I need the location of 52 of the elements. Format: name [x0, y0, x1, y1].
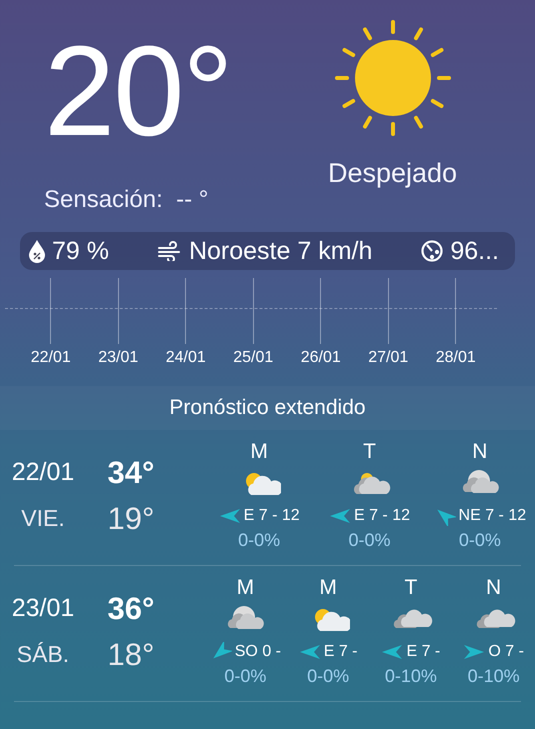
detail-value: 96...: [450, 236, 499, 266]
wind-arrow-icon: [328, 506, 351, 526]
max-temperature: 36°: [106, 590, 156, 626]
wind-text: E 7 - 12: [354, 507, 410, 525]
feels-like: Sensación: -- °: [44, 186, 210, 214]
wind-text: E 7 -: [406, 643, 440, 661]
weekday: SÁB.: [16, 641, 70, 668]
day-date: 23/01: [10, 594, 76, 623]
condition: Despejado: [328, 158, 458, 189]
wind-arrow-icon: [381, 642, 404, 662]
wind-text: E 7 - 12: [244, 507, 300, 525]
rain-chance: 0-10%: [384, 666, 437, 687]
wind-text: O 7 -: [488, 643, 524, 661]
rain-chance: 0-0%: [458, 530, 501, 551]
max-temperature: 34°: [106, 454, 156, 490]
min-temperature: 19°: [106, 500, 156, 536]
rain-chance: 0-0%: [348, 530, 390, 551]
timeline-date: 22/01: [30, 349, 72, 367]
wind-text: SO 0 -: [234, 643, 281, 661]
gauge-icon: [420, 239, 444, 263]
wind-text: E 7 -: [324, 643, 358, 661]
period-label: N: [472, 440, 488, 465]
timeline-date: 27/01: [367, 349, 410, 367]
forecast-title: Pronóstico extendido: [0, 386, 535, 430]
timeline-date: 25/01: [232, 349, 274, 367]
timeline-date: 23/01: [97, 349, 140, 367]
detail-value: 79 %: [52, 236, 109, 266]
rain-chance: 0-0%: [307, 666, 350, 687]
rain-chance: 0-0%: [238, 530, 280, 551]
weekday: VIE.: [20, 505, 66, 532]
rain-chance: 0-10%: [468, 666, 520, 687]
period-label: M: [319, 576, 337, 601]
min-temperature: 18°: [106, 636, 156, 672]
drop-icon: [28, 239, 46, 263]
current-temperature: 20°: [44, 28, 233, 156]
timeline-date: 26/01: [300, 349, 342, 367]
period-label: N: [486, 576, 502, 601]
wind-arrow-icon: [463, 642, 486, 662]
detail-value: Noroeste 7 km/h: [188, 236, 372, 266]
wind-arrow-icon: [298, 642, 321, 662]
timeline-date: 28/01: [434, 349, 477, 367]
rain-chance: 0-0%: [224, 666, 266, 687]
wind-icon: [156, 241, 183, 261]
wind-arrow-icon: [218, 506, 241, 526]
day-date: 22/01: [10, 458, 76, 487]
period-label: T: [363, 440, 376, 465]
sun-icon: [332, 18, 452, 138]
period-label: T: [404, 576, 418, 601]
wind-text: NE 7 - 12: [458, 507, 526, 525]
timeline-date: 24/01: [164, 349, 207, 367]
period-label: M: [236, 576, 254, 601]
period-label: M: [250, 440, 268, 465]
